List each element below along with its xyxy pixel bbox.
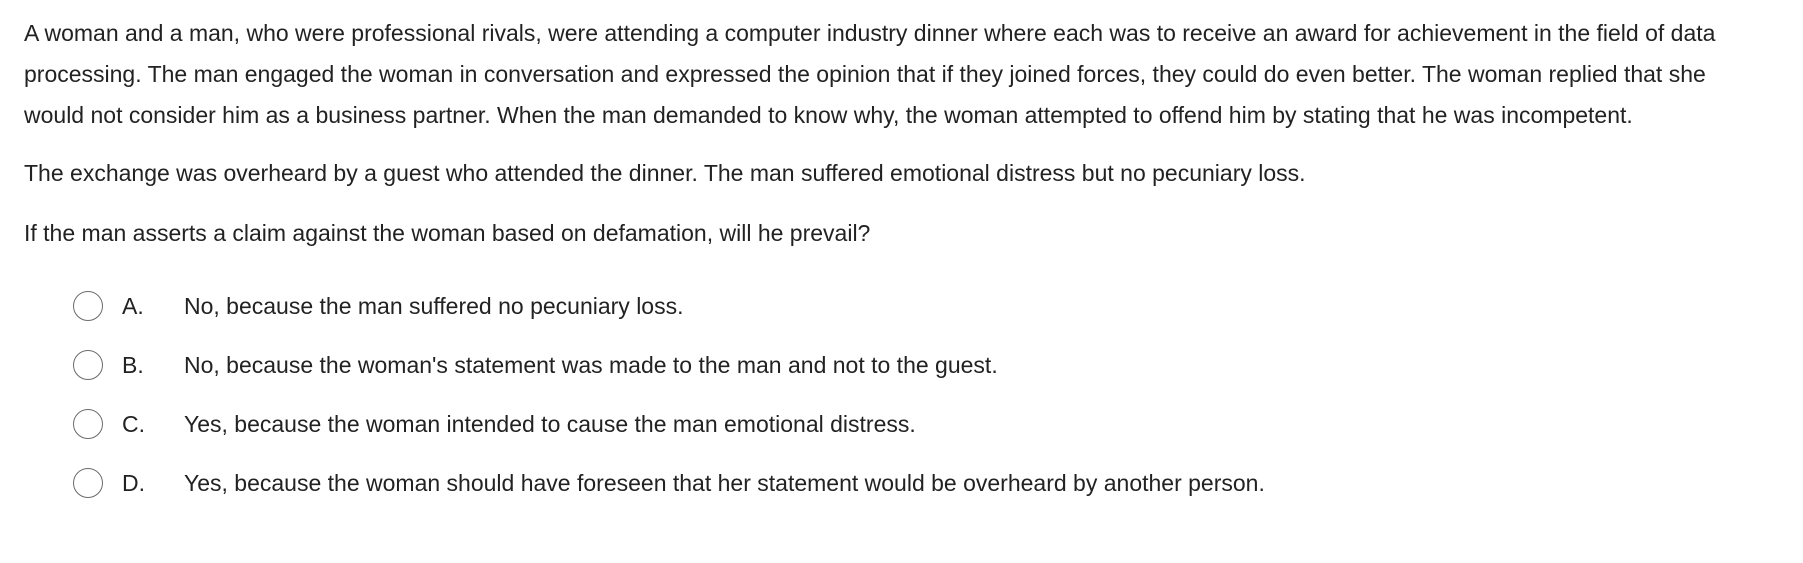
radio-button-b[interactable] [73,350,103,380]
radio-button-d[interactable] [73,468,103,498]
choice-text: No, because the woman's statement was ma… [184,351,998,378]
question-stem-paragraph: A woman and a man, who were professional… [24,20,1716,128]
choice-letter: B. [122,351,144,378]
answer-choice-d[interactable]: D. Yes, because the woman should have fo… [73,466,1779,500]
radio-button-c[interactable] [73,409,103,439]
question-prompt: If the man asserts a claim against the w… [24,220,871,246]
answer-choice-c[interactable]: C. Yes, because the woman intended to ca… [73,407,1779,441]
question-stem-paragraph: The exchange was overheard by a guest wh… [24,160,1306,186]
answer-choice-a[interactable]: A. No, because the man suffered no pecun… [73,289,1779,323]
choice-letter: D. [122,469,145,496]
choice-letter: C. [122,410,145,437]
answer-choice-b[interactable]: B. No, because the woman's statement was… [73,348,1779,382]
choice-text: Yes, because the woman should have fores… [184,469,1265,496]
choice-text: No, because the man suffered no pecuniar… [184,292,684,319]
choice-letter: A. [122,292,144,319]
question-container: A woman and a man, who were professional… [0,0,1803,563]
answer-choices: A. No, because the man suffered no pecun… [24,289,1779,500]
radio-button-a[interactable] [73,291,103,321]
choice-text: Yes, because the woman intended to cause… [184,410,916,437]
